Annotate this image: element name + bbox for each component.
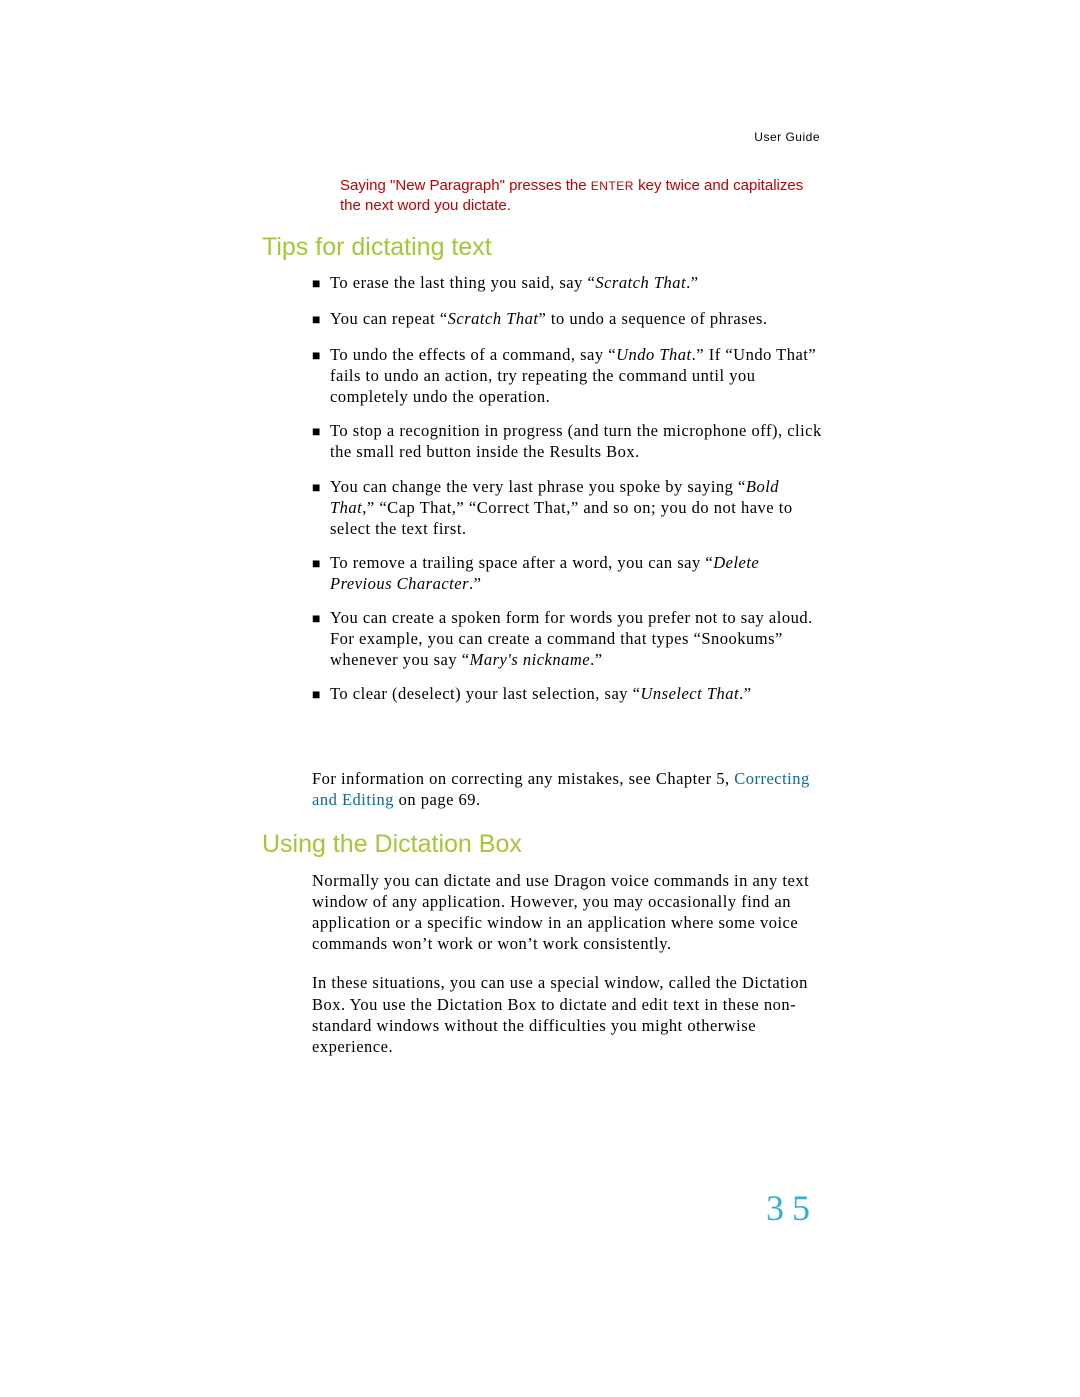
dictation-section: Normally you can dictate and use Dragon …: [312, 870, 822, 1075]
list-item: ■ To clear (deselect) your last selectio…: [312, 683, 822, 706]
bullet-text: To erase the last thing you said, say “: [330, 273, 595, 292]
paragraph: In these situations, you can use a speci…: [312, 972, 822, 1056]
bullet-icon: ■: [312, 552, 330, 594]
bullet-emphasis: Scratch That: [595, 273, 686, 292]
list-item: ■ You can create a spoken form for words…: [312, 607, 822, 670]
document-page: User Guide Saying "New Paragraph" presse…: [0, 0, 1080, 1397]
list-item: ■ To erase the last thing you said, say …: [312, 272, 822, 295]
bullet-text: To clear (deselect) your last selection,…: [330, 684, 640, 703]
footnote-text: For information on correcting any mistak…: [312, 769, 734, 788]
heading-tips: Tips for dictating text: [262, 233, 492, 262]
tips-list: ■ To erase the last thing you said, say …: [312, 272, 822, 719]
bullet-text: ,” “Cap That,” “Correct That,” and so on…: [330, 498, 793, 538]
list-item: ■ You can repeat “Scratch That” to undo …: [312, 308, 822, 331]
list-item: ■ To remove a trailing space after a wor…: [312, 552, 822, 594]
list-item: ■ To stop a recognition in progress (and…: [312, 420, 822, 462]
bullet-text: You can change the very last phrase you …: [330, 477, 746, 496]
bullet-icon: ■: [312, 344, 330, 407]
note-key: ENTER: [591, 179, 634, 193]
bullet-text: .”: [686, 273, 698, 292]
running-header: User Guide: [754, 130, 820, 144]
bullet-icon: ■: [312, 272, 330, 295]
paragraph: Normally you can dictate and use Dragon …: [312, 870, 822, 954]
bullet-text: To undo the effects of a command, say “: [330, 345, 616, 364]
bullet-emphasis: Scratch That: [448, 309, 539, 328]
bullet-emphasis: Undo That: [616, 345, 692, 364]
bullet-icon: ■: [312, 420, 330, 462]
note-text-pre: Saying "New Paragraph" presses the: [340, 177, 591, 194]
callout-note: Saying "New Paragraph" presses the ENTER…: [340, 176, 820, 217]
bullet-text: .”: [590, 650, 602, 669]
page-number: 35: [766, 1187, 818, 1229]
bullet-text: ” to undo a sequence of phrases.: [538, 309, 767, 328]
bullet-text: You can repeat “: [330, 309, 448, 328]
bullet-icon: ■: [312, 607, 330, 670]
bullet-text: To remove a trailing space after a word,…: [330, 553, 713, 572]
bullet-icon: ■: [312, 308, 330, 331]
cross-reference: For information on correcting any mistak…: [312, 768, 822, 810]
bullet-emphasis: Mary's nickname: [470, 650, 591, 669]
list-item: ■ You can change the very last phrase yo…: [312, 476, 822, 539]
bullet-text: .”: [739, 684, 751, 703]
heading-dictation-box: Using the Dictation Box: [262, 830, 522, 859]
bullet-emphasis: Unselect That: [640, 684, 739, 703]
list-item: ■ To undo the effects of a command, say …: [312, 344, 822, 407]
footnote-text: on page 69.: [394, 790, 481, 809]
bullet-icon: ■: [312, 683, 330, 706]
bullet-icon: ■: [312, 476, 330, 539]
bullet-text: To stop a recognition in progress (and t…: [330, 421, 822, 461]
bullet-text: .”: [469, 574, 481, 593]
